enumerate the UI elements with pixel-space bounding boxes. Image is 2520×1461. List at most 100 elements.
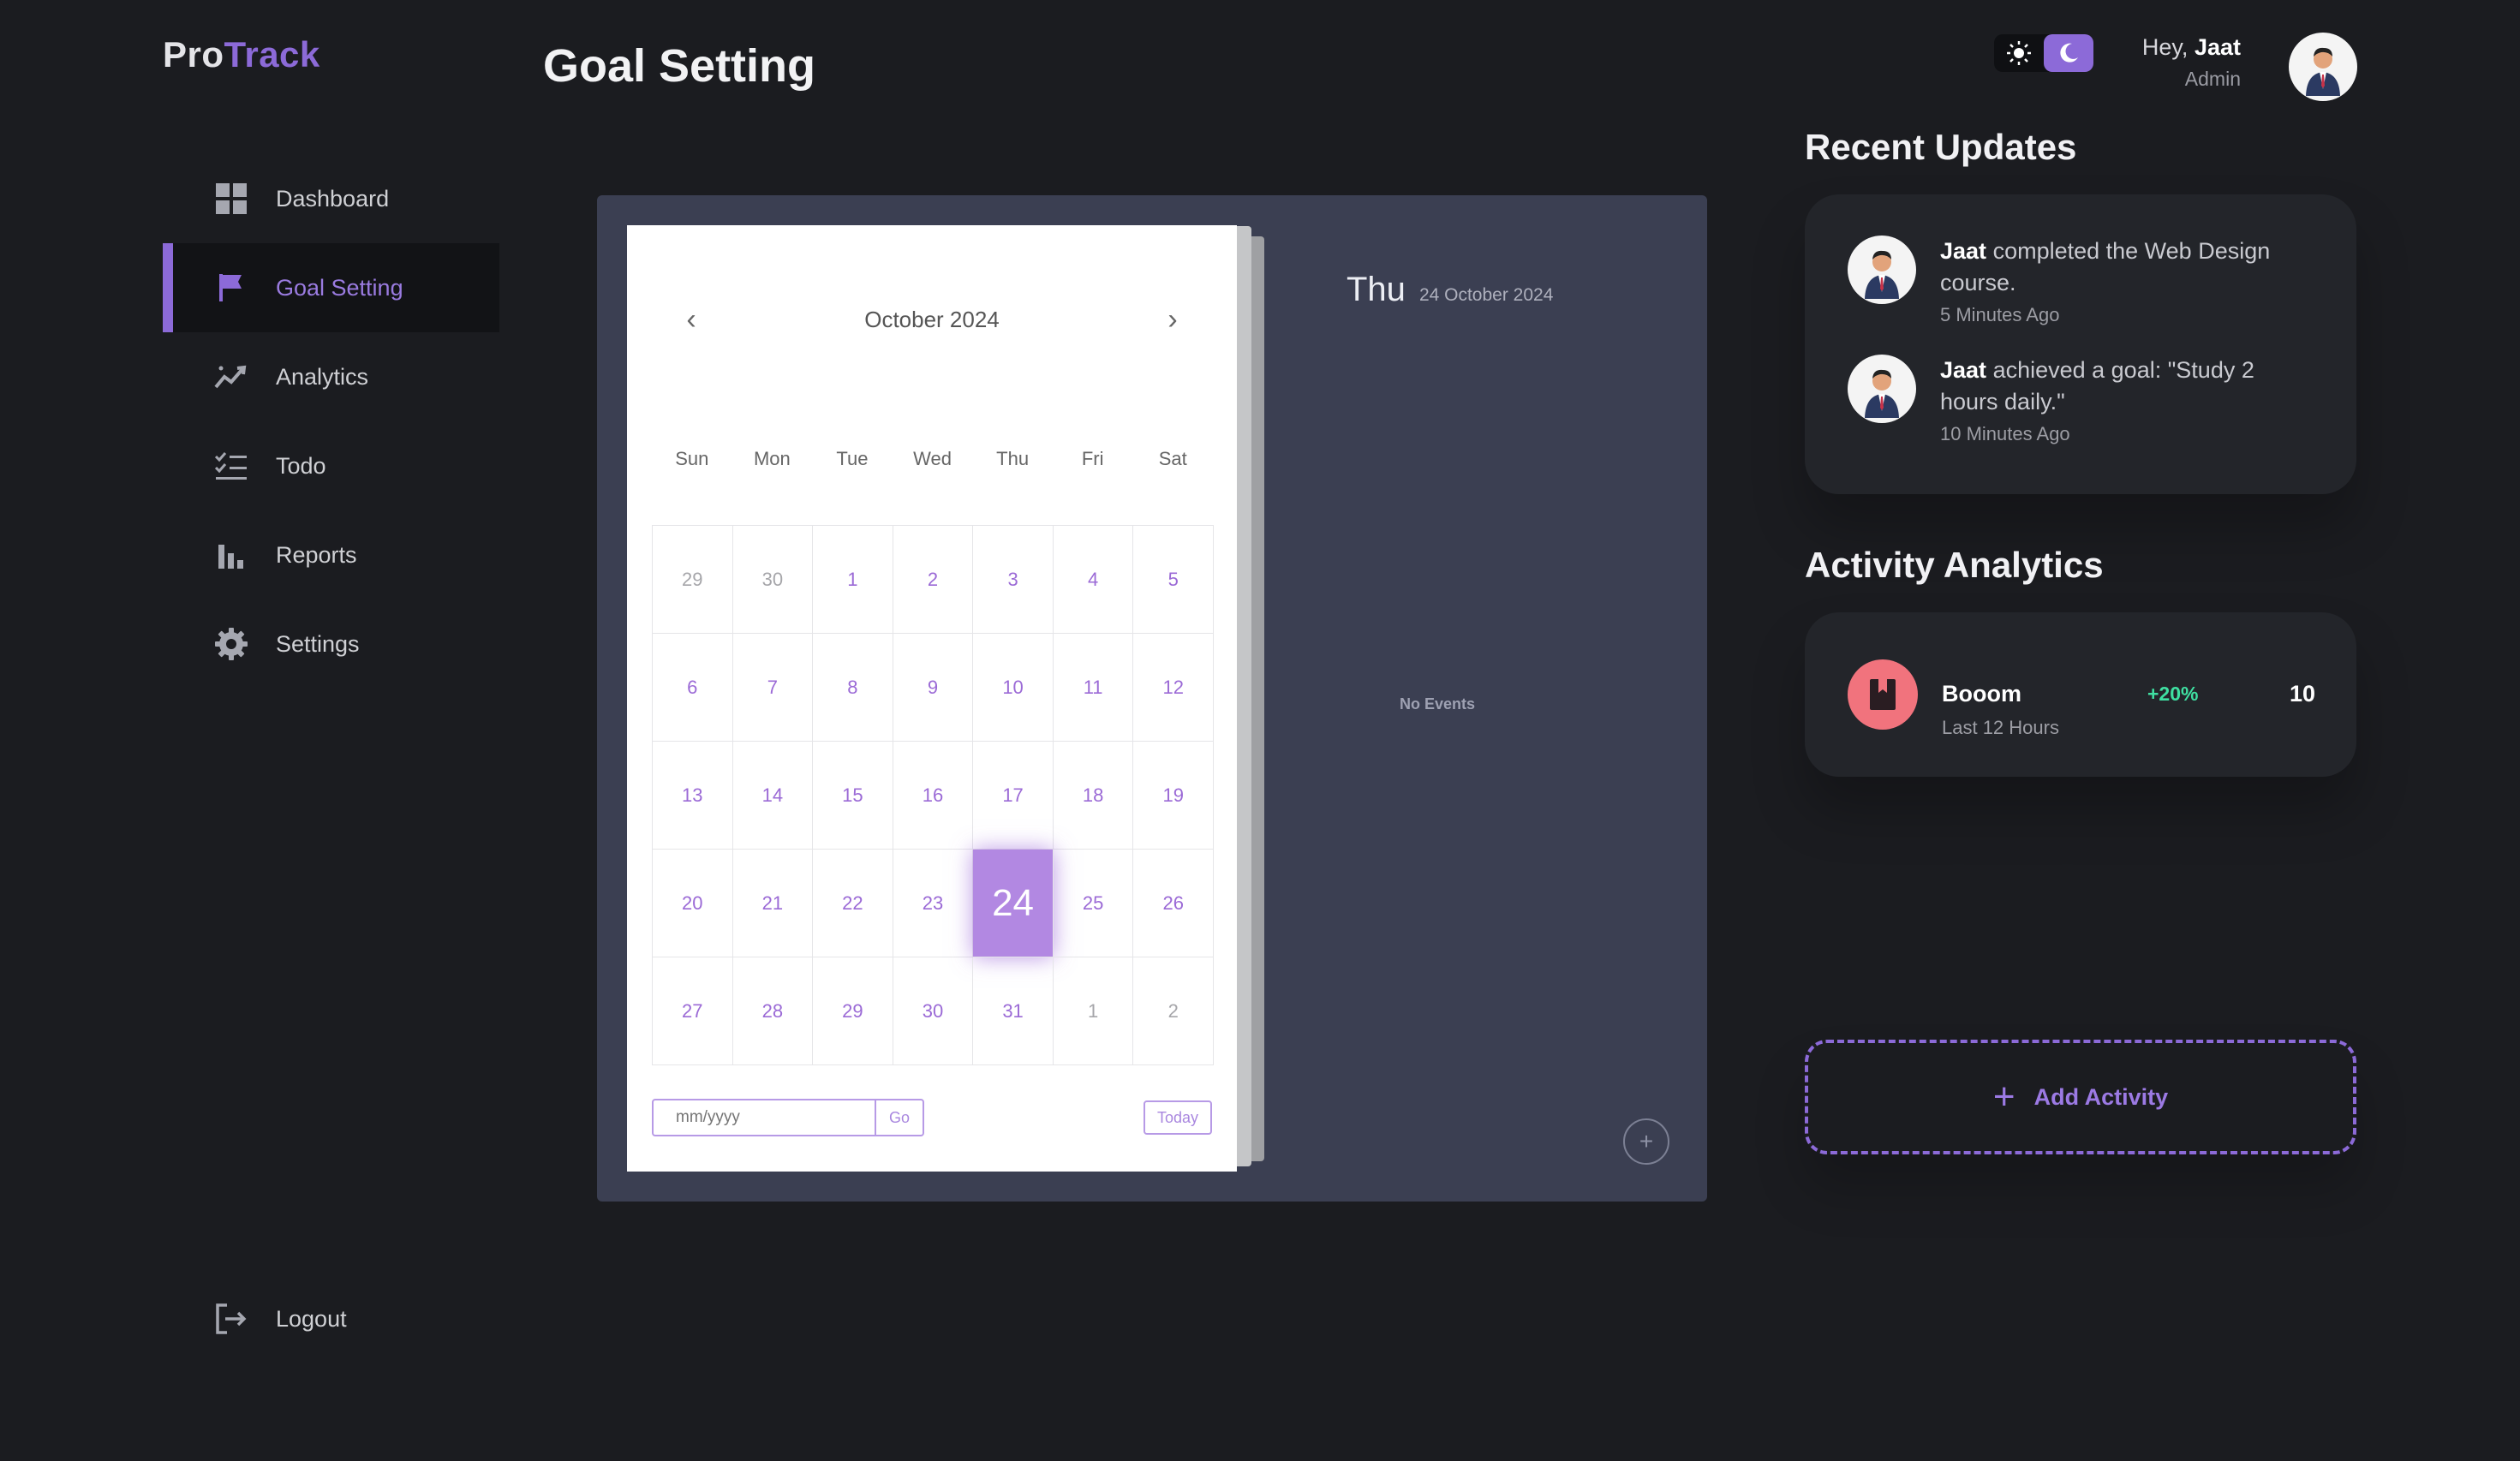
weekday-label: Mon (753, 448, 791, 469)
logout-button[interactable]: Logout (163, 1274, 499, 1363)
activity-analytics-title: Activity Analytics (1805, 545, 2104, 585)
calendar-day[interactable]: 4 (1053, 526, 1134, 634)
add-event-button[interactable]: + (1623, 1118, 1669, 1165)
sidebar-item-settings[interactable]: Settings (163, 599, 499, 689)
calendar-day[interactable]: 29 (653, 526, 733, 634)
sidebar-item-goal-setting[interactable]: Goal Setting (163, 243, 499, 332)
weekday-header: Sun Mon Tue Wed Thu Fri Sat (652, 448, 1213, 470)
avatar[interactable] (2289, 33, 2357, 101)
dashboard-grid-icon (214, 182, 248, 216)
logout-label: Logout (276, 1305, 347, 1332)
sidebar-item-label: Reports (276, 541, 357, 568)
go-button[interactable]: Go (875, 1100, 923, 1135)
logout-section: Logout (163, 1274, 499, 1363)
page-title: Goal Setting (543, 40, 816, 92)
activity-change: +20% (2147, 683, 2199, 705)
brand-logo[interactable]: ProTrack (163, 34, 320, 75)
sidebar-item-label: Todo (276, 452, 326, 479)
calendar-day[interactable]: 10 (973, 634, 1054, 742)
sidebar-item-reports[interactable]: Reports (163, 510, 499, 599)
calendar-day[interactable]: 30 (893, 957, 974, 1065)
calendar-day-selected[interactable]: 24 (973, 850, 1054, 957)
selected-day-name: Thu (1347, 271, 1406, 308)
calendar: ‹ October 2024 › Sun Mon Tue Wed Thu Fri Sat 2… (627, 225, 1237, 1172)
calendar-day[interactable]: 7 (732, 634, 814, 742)
update-time: 10 Minutes Ago (1940, 423, 2070, 444)
calendar-day[interactable]: 3 (973, 526, 1054, 634)
update-item: Jaat completed the Web Design course. 5 … (1848, 236, 2308, 326)
calendar-day[interactable]: 2 (1133, 957, 1214, 1065)
calendar-day[interactable]: 21 (732, 850, 814, 957)
calendar-day[interactable]: 20 (653, 850, 733, 957)
sidebar-item-label: Dashboard (276, 185, 390, 212)
moon-icon[interactable] (2044, 34, 2093, 72)
bar-chart-icon (214, 538, 248, 572)
brand-logo-part2: Track (224, 34, 320, 75)
logout-icon (214, 1302, 248, 1336)
calendar-panel: ‹ October 2024 › Sun Mon Tue Wed Thu Fri Sat 2… (597, 195, 1707, 1202)
calendar-day[interactable]: 16 (893, 742, 974, 850)
calendar-day[interactable]: 22 (813, 850, 893, 957)
weekday-label: Fri (1081, 448, 1104, 469)
calendar-day[interactable]: 8 (813, 634, 893, 742)
calendar-header: ‹ October 2024 › (627, 294, 1237, 345)
user-name: Jaat (2194, 34, 2241, 60)
weekday-label: Sat (1158, 448, 1187, 469)
sidebar-item-label: Settings (276, 630, 360, 657)
theme-toggle[interactable] (1994, 34, 2093, 72)
calendar-day[interactable]: 13 (653, 742, 733, 850)
calendar-day[interactable]: 2 (893, 526, 974, 634)
calendar-day[interactable]: 30 (732, 526, 814, 634)
no-events-text: No Events (1400, 695, 1476, 713)
prev-month-chevron-icon[interactable]: ‹ (678, 303, 704, 337)
greeting-text: Hey, (2141, 34, 2189, 60)
calendar-day[interactable]: 26 (1133, 850, 1214, 957)
update-user: Jaat (1940, 357, 1987, 383)
sidebar-item-dashboard[interactable]: Dashboard (163, 154, 499, 243)
gear-icon (214, 627, 248, 661)
calendar-day[interactable]: 14 (732, 742, 814, 850)
calendar-day[interactable]: 1 (1053, 957, 1134, 1065)
sidebar-item-todo[interactable]: Todo (163, 421, 499, 510)
update-text: completed the Web Design course. (1940, 238, 2271, 295)
calendar-day[interactable]: 31 (973, 957, 1054, 1065)
update-text: achieved a goal: "Study 2 hours daily." (1940, 357, 2254, 414)
sidebar-item-analytics[interactable]: Analytics (163, 332, 499, 421)
today-button[interactable]: Today (1143, 1100, 1212, 1135)
date-input[interactable] (654, 1100, 875, 1135)
calendar-day[interactable]: 6 (653, 634, 733, 742)
avatar (1848, 236, 1916, 304)
weekday-label: Wed (913, 448, 952, 469)
calendar-day[interactable]: 27 (653, 957, 733, 1065)
calendar-day[interactable]: 18 (1053, 742, 1134, 850)
calendar-footer: Go Today (652, 1099, 1212, 1136)
calendar-day[interactable]: 17 (973, 742, 1054, 850)
flag-icon (214, 271, 248, 305)
add-activity-button[interactable]: + Add Activity (1805, 1040, 2356, 1154)
weekday-label: Thu (996, 448, 1030, 469)
next-month-chevron-icon[interactable]: › (1160, 303, 1185, 337)
calendar-day[interactable]: 28 (732, 957, 814, 1065)
calendar-day[interactable]: 9 (893, 634, 974, 742)
calendar-day[interactable]: 19 (1133, 742, 1214, 850)
trend-line-icon (214, 360, 248, 394)
recent-updates-title: Recent Updates (1805, 127, 2077, 167)
plus-icon: + (1992, 1076, 2015, 1118)
sidebar-item-label: Goal Setting (276, 274, 403, 301)
activity-card[interactable]: Booom Last 12 Hours +20% 10 (1805, 612, 2356, 777)
calendar-day[interactable]: 23 (893, 850, 974, 957)
sidebar-nav: Dashboard Goal Setting Analytics Todo Re… (163, 154, 499, 689)
calendar-day[interactable]: 15 (813, 742, 893, 850)
calendar-month-label: October 2024 (864, 306, 1000, 332)
sun-icon[interactable] (1994, 34, 2044, 72)
calendar-day[interactable]: 29 (813, 957, 893, 1065)
calendar-day[interactable]: 11 (1053, 634, 1134, 742)
calendar-day[interactable]: 12 (1133, 634, 1214, 742)
calendar-day[interactable]: 25 (1053, 850, 1134, 957)
calendar-day[interactable]: 1 (813, 526, 893, 634)
calendar-day[interactable]: 5 (1133, 526, 1214, 634)
calendar-grid: 29 30 1 2 3 4 5 6 7 8 9 10 11 12 13 14 15 16 17 18 19 20 21 22 2… (652, 525, 1214, 1065)
user-role: Admin (2184, 68, 2241, 90)
add-activity-label: Add Activity (2033, 1083, 2169, 1110)
selected-day-heading: Thu 24 October 2024 (1347, 271, 1553, 309)
